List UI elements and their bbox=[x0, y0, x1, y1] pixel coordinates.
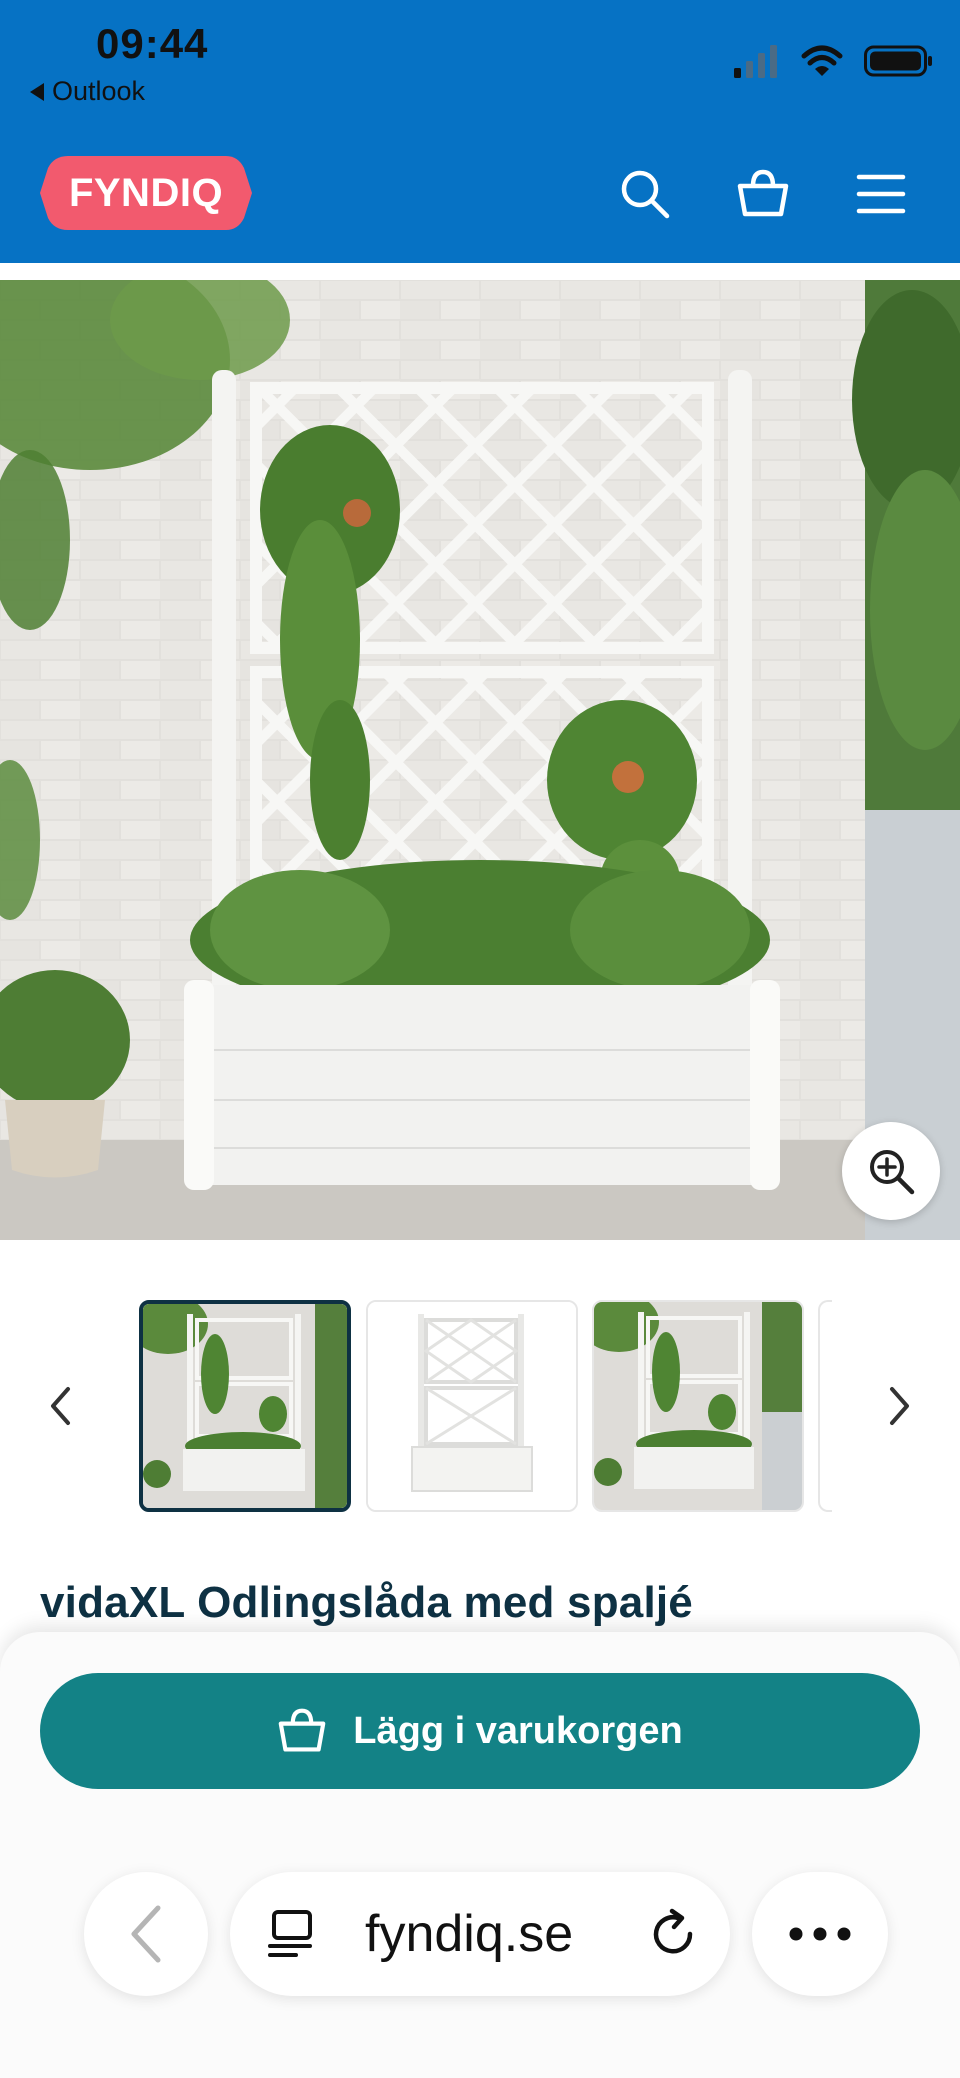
thumbnail-3[interactable] bbox=[592, 1300, 804, 1512]
fyndiq-logo[interactable]: FYNDIQ bbox=[38, 154, 254, 232]
address-bar[interactable]: fyndiq.se bbox=[230, 1872, 730, 1996]
status-time: 09:44 bbox=[96, 20, 209, 67]
product-main-image[interactable] bbox=[0, 280, 960, 1240]
thumbnail-prev-button[interactable] bbox=[40, 1378, 80, 1434]
battery-icon bbox=[864, 45, 932, 77]
status-icons bbox=[732, 44, 934, 78]
back-triangle-icon bbox=[30, 82, 44, 101]
chevron-right-icon bbox=[890, 1387, 909, 1425]
reader-mode-icon bbox=[268, 1910, 312, 1957]
browser-back-button[interactable] bbox=[84, 1872, 208, 1996]
thumbnail-4[interactable] bbox=[818, 1300, 832, 1512]
url-text: fyndiq.se bbox=[365, 1905, 574, 1963]
add-to-cart-label: Lägg i varukorgen bbox=[353, 1709, 683, 1752]
product-title: vidaXL Odlingslåda med spaljé bbox=[40, 1578, 693, 1627]
ellipsis-icon bbox=[789, 1927, 851, 1941]
site-header: 09:44 Outlook FYNDIQ bbox=[0, 0, 960, 263]
logo-text: FYNDIQ bbox=[68, 171, 224, 215]
thumbnail-next-button[interactable] bbox=[880, 1378, 920, 1434]
signal-icon bbox=[734, 45, 777, 78]
thumbnail-image bbox=[368, 1302, 576, 1510]
back-to-app-link[interactable]: Outlook bbox=[30, 76, 145, 107]
wifi-icon bbox=[801, 45, 843, 76]
chevron-left-icon bbox=[51, 1387, 70, 1425]
search-icon[interactable] bbox=[617, 166, 673, 222]
add-to-cart-button[interactable]: Lägg i varukorgen bbox=[40, 1673, 920, 1789]
menu-icon[interactable] bbox=[853, 166, 909, 222]
back-app-label: Outlook bbox=[52, 76, 146, 106]
thumbnail-1[interactable] bbox=[139, 1300, 351, 1512]
cart-icon[interactable] bbox=[735, 166, 791, 222]
cart-icon bbox=[278, 1708, 326, 1752]
thumbnail-2[interactable] bbox=[366, 1300, 578, 1512]
zoom-in-icon bbox=[870, 1150, 915, 1195]
thumbnail-image bbox=[143, 1304, 347, 1508]
more-options-button[interactable] bbox=[752, 1872, 888, 1996]
zoom-button[interactable] bbox=[842, 1122, 940, 1220]
planter-trellis-photo bbox=[0, 280, 960, 1240]
reload-icon[interactable] bbox=[648, 1908, 700, 1960]
thumbnail-image bbox=[594, 1302, 802, 1510]
chevron-left-icon bbox=[131, 1905, 161, 1963]
